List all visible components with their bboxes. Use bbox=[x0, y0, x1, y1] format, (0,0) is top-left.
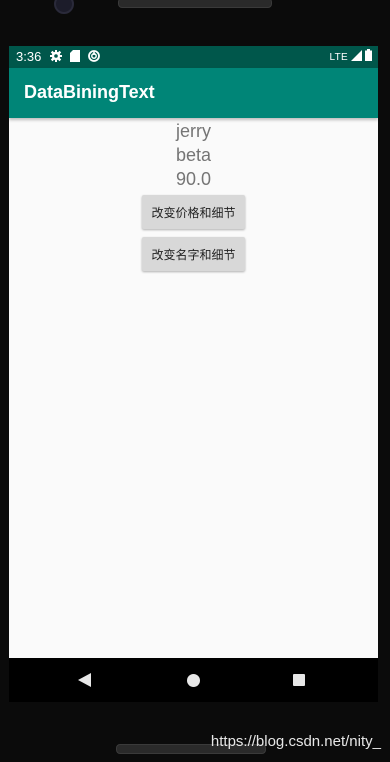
app-bar: DataBiningText bbox=[9, 68, 378, 118]
back-icon[interactable] bbox=[78, 673, 91, 687]
battery-icon bbox=[365, 49, 372, 65]
watermark-text: https://blog.csdn.net/nity_ bbox=[210, 733, 381, 750]
sync-icon bbox=[88, 50, 100, 66]
change-name-detail-button[interactable]: 改变名字和细节 bbox=[142, 237, 245, 271]
status-right-group: LTE bbox=[329, 49, 372, 65]
price-text: 90.0 bbox=[175, 169, 212, 189]
signal-icon bbox=[351, 49, 362, 65]
detail-text: beta bbox=[175, 145, 212, 165]
device-screen: 3:36 LTE DataBiningText jerry beta 90.0 … bbox=[9, 46, 378, 700]
network-type: LTE bbox=[329, 51, 348, 63]
change-price-detail-button[interactable]: 改变价格和细节 bbox=[142, 195, 245, 229]
settings-icon bbox=[50, 50, 62, 66]
phone-frame: 3:36 LTE DataBiningText jerry beta 90.0 … bbox=[0, 0, 390, 762]
home-icon[interactable] bbox=[187, 674, 200, 687]
recents-icon[interactable] bbox=[293, 674, 305, 686]
app-title: DataBiningText bbox=[24, 82, 155, 102]
navigation-bar bbox=[9, 658, 378, 702]
status-time: 3:36 bbox=[16, 49, 42, 64]
front-camera bbox=[54, 0, 74, 14]
earpiece-speaker bbox=[118, 0, 272, 8]
status-bar: 3:36 LTE bbox=[9, 46, 378, 68]
name-text: jerry bbox=[176, 121, 211, 141]
sd-card-icon bbox=[70, 50, 80, 66]
main-content: jerry beta 90.0 改变价格和细节 改变名字和细节 bbox=[9, 118, 378, 271]
